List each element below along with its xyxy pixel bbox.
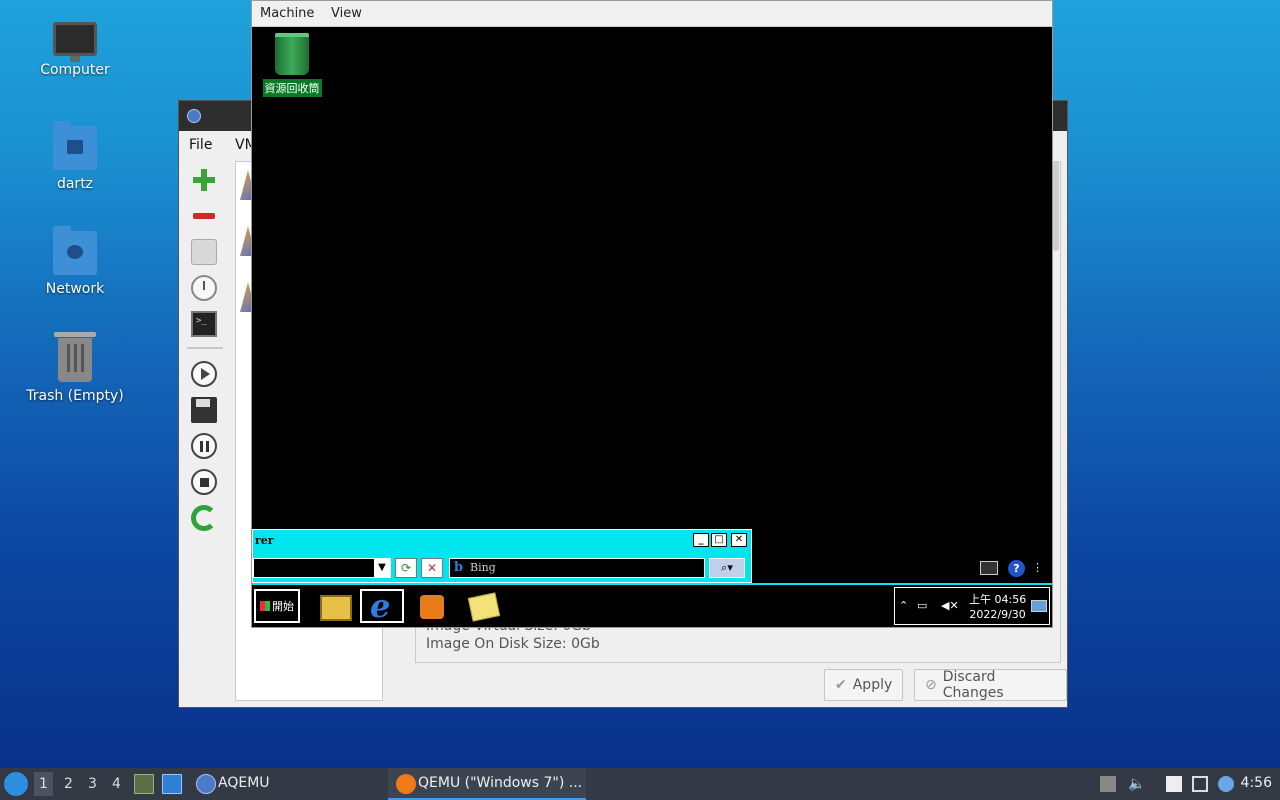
qemu-window: Machine View 資源回收筒 rer _ □ ✕ ▼ ⟳ ✕ b Bin… <box>251 0 1053 628</box>
sticky-notes-icon[interactable] <box>460 589 504 623</box>
aqemu-task[interactable]: AQEMU <box>218 775 270 791</box>
start-button[interactable]: 開始 <box>254 589 300 623</box>
minimize-button[interactable]: _ <box>693 533 709 547</box>
internet-explorer-icon[interactable] <box>360 587 404 625</box>
delete-vm-icon[interactable] <box>191 203 217 229</box>
keyboard-icon[interactable] <box>980 561 998 575</box>
recycle-bin[interactable]: 資源回收筒 <box>258 33 326 97</box>
network-status-icon[interactable] <box>1192 776 1208 792</box>
ie-title: rer <box>255 534 274 547</box>
qemu-task-label: QEMU ("Windows 7") ... <box>418 775 583 791</box>
ie-window: rer _ □ ✕ ▼ ⟳ ✕ b Bing ⌕▾ <box>252 529 752 583</box>
notification-icon[interactable] <box>1218 776 1234 792</box>
desktop-icon-label: Computer <box>40 62 110 78</box>
guest-help-bar: ? ⋮ <box>972 559 1048 581</box>
search-icon[interactable]: ⌕▾ <box>709 558 745 578</box>
workspace-3[interactable]: 3 <box>88 776 97 792</box>
recycle-bin-label: 資源回收筒 <box>262 79 322 97</box>
host-taskbar: 1 2 3 4 AQEMU QEMU ("Windows 7") ... 🔈 4… <box>0 768 1280 800</box>
refresh-icon[interactable]: ⟳ <box>395 558 417 578</box>
pause-icon[interactable] <box>191 433 217 459</box>
discard-changes-button[interactable]: ⊘ Discard Changes <box>914 669 1067 701</box>
check-icon: ✔ <box>835 677 847 693</box>
computer-icon <box>53 22 97 62</box>
close-button[interactable]: ✕ <box>731 533 747 547</box>
guest-clock[interactable]: 上午 04:56 2022/9/30 <box>969 592 1026 622</box>
start-label: 開始 <box>272 600 294 613</box>
windows-logo-icon <box>260 601 270 611</box>
maximize-button[interactable]: □ <box>711 533 727 547</box>
network-folder-icon <box>53 226 97 275</box>
host-clock[interactable]: 4:56 <box>1241 775 1272 791</box>
menu-machine[interactable]: Machine <box>260 6 314 21</box>
chevron-down-icon[interactable]: ▼ <box>374 559 390 577</box>
address-bar[interactable]: ▼ <box>253 558 391 578</box>
workspace-1[interactable]: 1 <box>34 772 53 796</box>
file-manager-icon[interactable] <box>134 774 154 794</box>
qemu-task-icon <box>396 774 416 794</box>
explorer-icon[interactable] <box>312 589 356 623</box>
media-player-icon[interactable] <box>410 589 454 623</box>
workspace-4[interactable]: 4 <box>112 776 121 792</box>
stop-icon[interactable] <box>191 469 217 495</box>
show-hidden-icon[interactable]: ⌃ <box>899 599 908 612</box>
aqemu-toolbar <box>185 167 223 541</box>
desktop-icon-label: dartz <box>56 176 94 192</box>
desktop-icon-trash[interactable]: Trash (Empty) <box>0 332 150 404</box>
aqemu-app-icon <box>187 109 201 123</box>
desktop-icon-network[interactable]: Network <box>0 226 150 297</box>
guest-system-tray: ⌃ ▭ ◀✕ 上午 04:56 2022/9/30 <box>894 587 1050 625</box>
aqemu-task-icon <box>196 774 216 794</box>
upload-icon[interactable] <box>1100 776 1116 792</box>
desktop-icon-computer[interactable]: Computer <box>0 18 150 78</box>
help-icon[interactable]: ? <box>1008 560 1025 577</box>
desktop-icon-dartz[interactable]: dartz <box>0 121 150 192</box>
desktop-icon-label: Network <box>45 281 105 297</box>
volume-icon[interactable]: 🔈 <box>1128 776 1145 792</box>
show-desktop-icon[interactable] <box>162 774 182 794</box>
stop-load-icon[interactable]: ✕ <box>421 558 443 578</box>
details-scrollbar[interactable] <box>1053 161 1059 251</box>
image-disk-size: Image On Disk Size: 0Gb <box>426 636 600 652</box>
guest-taskbar: 開始 ⌃ ▭ ◀✕ 上午 04:56 2022/9/30 <box>252 583 1052 627</box>
home-folder-icon <box>53 121 97 170</box>
volume-muted-icon[interactable]: ◀✕ <box>941 599 959 612</box>
play-icon[interactable] <box>191 361 217 387</box>
qemu-menubar: Machine View <box>252 1 1052 27</box>
reset-icon[interactable] <box>191 505 217 531</box>
guest-screen[interactable]: 資源回收筒 rer _ □ ✕ ▼ ⟳ ✕ b Bing ⌕▾ ? ⋮ 開始 e… <box>252 27 1052 627</box>
apply-button[interactable]: ✔ Apply <box>824 669 904 701</box>
guest-clock-time: 上午 04:56 <box>969 593 1027 606</box>
menu-view[interactable]: View <box>331 6 362 21</box>
search-provider-label: Bing <box>470 561 496 574</box>
terminal-icon[interactable] <box>191 311 217 337</box>
network-icon[interactable]: ▭ <box>917 599 927 612</box>
drive-icon[interactable] <box>191 239 217 265</box>
desktop-icon-label: Trash (Empty) <box>26 388 124 404</box>
guest-clock-date: 2022/9/30 <box>969 608 1026 621</box>
menu-file[interactable]: File <box>189 137 212 153</box>
toolbar-separator <box>187 347 223 349</box>
add-vm-icon[interactable] <box>191 167 217 193</box>
bing-icon: b <box>454 560 464 575</box>
discard-label: Discard Changes <box>942 669 1004 701</box>
more-icon[interactable]: ⋮ <box>1032 561 1043 574</box>
clock-icon[interactable] <box>191 275 217 301</box>
apply-label: Apply <box>852 677 893 693</box>
qemu-task-button[interactable]: QEMU ("Windows 7") ... <box>388 768 586 800</box>
clipboard-icon[interactable] <box>1166 776 1182 792</box>
workspace-2[interactable]: 2 <box>64 776 73 792</box>
search-input[interactable]: b Bing <box>449 558 705 578</box>
trash-icon <box>54 332 96 382</box>
app-menu-icon[interactable] <box>4 772 28 796</box>
cancel-icon: ⊘ <box>925 677 937 693</box>
save-icon[interactable] <box>191 397 217 423</box>
show-desktop-icon[interactable] <box>1031 600 1047 612</box>
recycle-bin-icon <box>275 33 309 75</box>
